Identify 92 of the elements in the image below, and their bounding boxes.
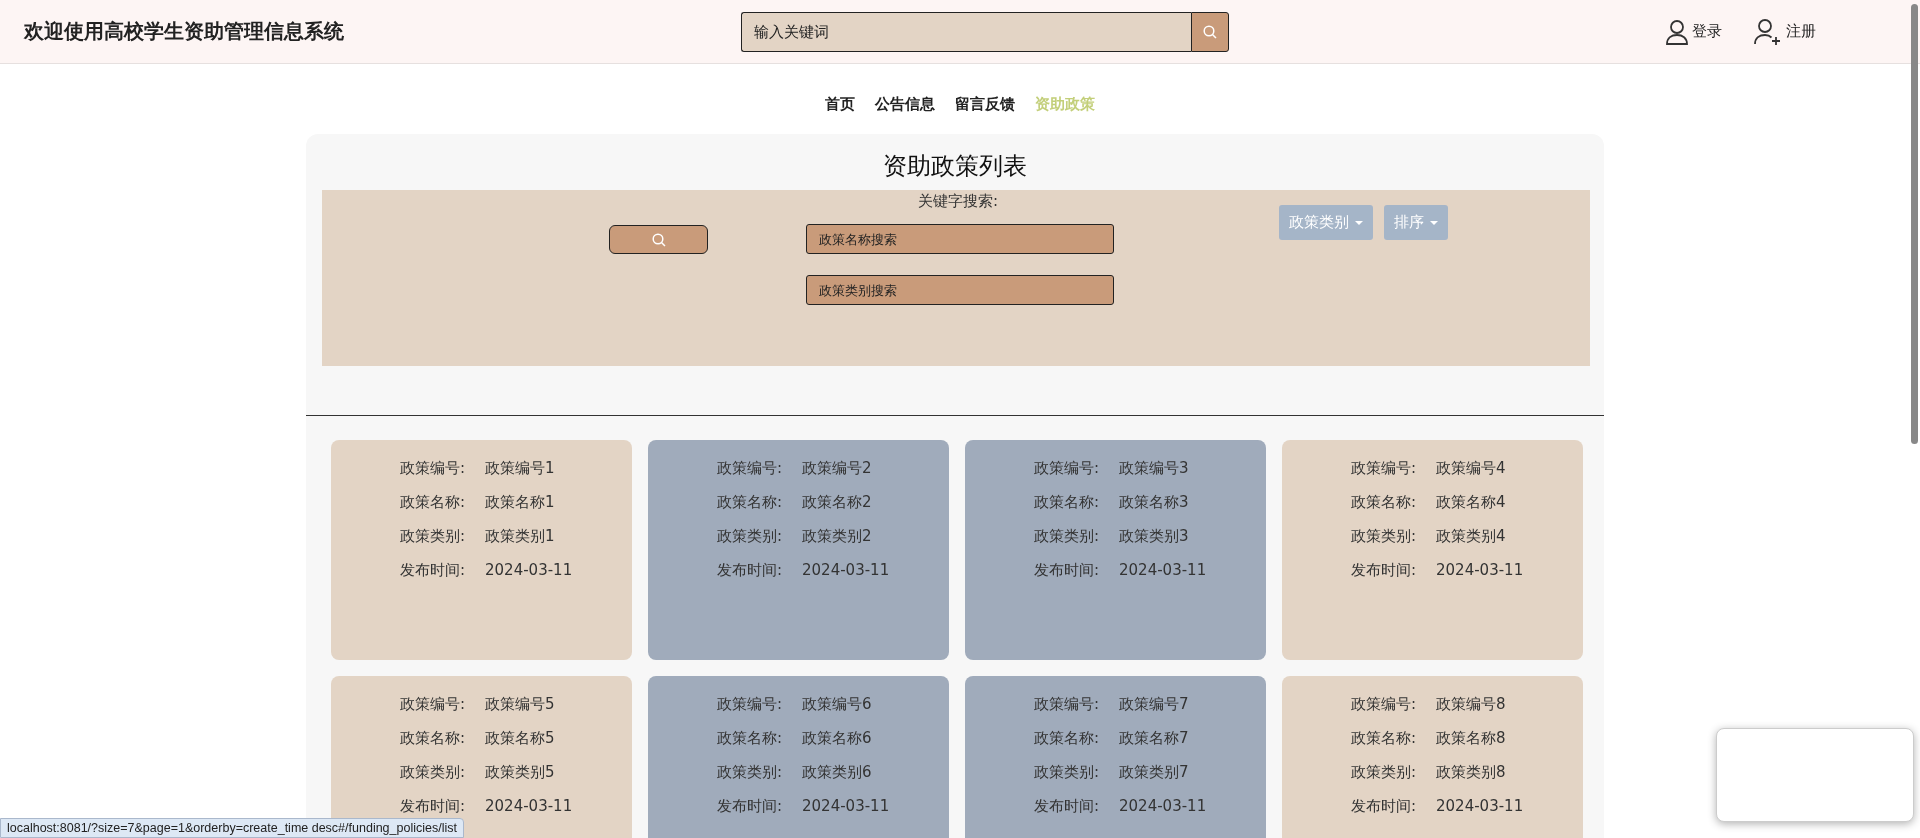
field-value: 2024-03-11 <box>802 796 891 817</box>
nav-tab[interactable]: 留言反馈 <box>955 94 1015 114</box>
field-value: 2024-03-11 <box>1436 796 1525 817</box>
login-link[interactable]: 登录 <box>1666 17 1722 46</box>
field-value: 政策编号6 <box>802 694 873 715</box>
field-label: 政策名称: <box>1351 492 1418 513</box>
field-value: 政策编号5 <box>485 694 556 715</box>
user-add-icon <box>1754 17 1782 46</box>
field-label: 政策名称: <box>400 492 467 513</box>
field-label: 政策编号: <box>1034 458 1101 479</box>
search-icon <box>1203 24 1217 39</box>
search-field[interactable]: 政策类别搜索 <box>806 275 1114 305</box>
caret-icon <box>1430 220 1438 225</box>
field-value: 政策名称1 <box>485 492 556 513</box>
field-label: 政策类别: <box>717 526 784 547</box>
search-field[interactable]: 政策名称搜索 <box>806 224 1114 254</box>
field-label: 政策编号: <box>717 694 784 715</box>
field-value: 政策名称3 <box>1119 492 1190 513</box>
field-value: 2024-03-11 <box>485 796 574 817</box>
field-value: 政策类别4 <box>1436 526 1507 547</box>
field-label: 政策编号: <box>1034 694 1101 715</box>
field-value: 政策名称4 <box>1436 492 1507 513</box>
policy-card[interactable]: 政策编号: 政策编号1 政策名称: 政策名称1 政策类别: 政策类别1 发布时间: 2024-03-11 <box>331 440 632 660</box>
field-value: 政策编号4 <box>1436 458 1507 479</box>
field-value: 2024-03-11 <box>1436 560 1525 581</box>
field-value: 政策编号2 <box>802 458 873 479</box>
field-value: 政策类别5 <box>485 762 556 783</box>
search-button[interactable] <box>609 225 708 254</box>
field-value: 2024-03-11 <box>485 560 574 581</box>
field-label: 发布时间: <box>1034 796 1101 817</box>
field-value: 政策类别6 <box>802 762 873 783</box>
field-label: 政策名称: <box>1034 492 1101 513</box>
field-label: 政策编号: <box>1351 694 1418 715</box>
field-value: 政策类别2 <box>802 526 873 547</box>
field-value: 政策编号3 <box>1119 458 1190 479</box>
field-label: 政策编号: <box>717 458 784 479</box>
nav-tab[interactable]: 公告信息 <box>875 94 935 114</box>
user-icon <box>1666 18 1688 45</box>
field-label: 政策名称: <box>1034 728 1101 749</box>
field-value: 政策类别3 <box>1119 526 1190 547</box>
site-title: 欢迎使用高校学生资助管理信息系统 <box>24 18 345 45</box>
field-label: 政策类别: <box>1351 762 1418 783</box>
nav-tab[interactable]: 首页 <box>825 94 855 114</box>
field-label: 发布时间: <box>1351 796 1418 817</box>
field-value: 政策名称6 <box>802 728 873 749</box>
search-icon <box>651 232 666 247</box>
policy-card[interactable]: 政策编号: 政策编号8 政策名称: 政策名称8 政策类别: 政策类别8 发布时间: 2024-03-11 <box>1282 676 1583 838</box>
field-value: 政策名称5 <box>485 728 556 749</box>
field-value: 政策编号7 <box>1119 694 1190 715</box>
field-label: 发布时间: <box>400 560 467 581</box>
status-url: localhost:8081/?size=7&page=1&orderby=create_time desc#/funding_policies/list <box>0 818 464 838</box>
field-label: 政策名称: <box>1351 728 1418 749</box>
field-value: 政策类别7 <box>1119 762 1190 783</box>
policy-card[interactable]: 政策编号: 政策编号3 政策名称: 政策名称3 政策类别: 政策类别3 发布时间: 2024-03-11 <box>965 440 1266 660</box>
field-label: 政策名称: <box>400 728 467 749</box>
field-label: 政策类别: <box>400 526 467 547</box>
field-value: 政策类别1 <box>485 526 556 547</box>
search-button[interactable] <box>1191 11 1229 52</box>
field-label: 政策类别: <box>1351 526 1418 547</box>
field-label: 政策编号: <box>1351 458 1418 479</box>
field-value: 政策编号1 <box>485 458 556 479</box>
panel-title: 资助政策列表 <box>882 152 1028 180</box>
field-label: 政策类别: <box>1034 526 1101 547</box>
policy-card[interactable]: 政策编号: 政策编号4 政策名称: 政策名称4 政策类别: 政策类别4 发布时间: 2024-03-11 <box>1282 440 1583 660</box>
field-label: 政策类别: <box>1034 762 1101 783</box>
field-label: 政策名称: <box>717 728 784 749</box>
field-value: 2024-03-11 <box>1119 560 1208 581</box>
register-link[interactable]: 注册 <box>1754 17 1816 46</box>
field-label: 发布时间: <box>400 796 467 817</box>
field-label: 发布时间: <box>1034 560 1101 581</box>
field-value: 2024-03-11 <box>802 560 891 581</box>
field-label: 政策编号: <box>400 694 467 715</box>
field-label: 政策编号: <box>400 458 467 479</box>
field-label: 发布时间: <box>717 796 784 817</box>
keyword-search-label: 关键字搜索: <box>918 192 999 211</box>
policy-card[interactable]: 政策编号: 政策编号2 政策名称: 政策名称2 政策类别: 政策类别2 发布时间: 2024-03-11 <box>648 440 949 660</box>
field-label: 发布时间: <box>1351 560 1418 581</box>
field-value: 政策名称7 <box>1119 728 1190 749</box>
scrollbar[interactable] <box>1911 4 1918 444</box>
field-label: 政策类别: <box>400 762 467 783</box>
field-value: 政策名称2 <box>802 492 873 513</box>
field-label: 政策名称: <box>717 492 784 513</box>
field-value: 政策编号8 <box>1436 694 1507 715</box>
field-value: 政策名称8 <box>1436 728 1507 749</box>
field-label: 政策类别: <box>717 762 784 783</box>
policy-card[interactable]: 政策编号: 政策编号7 政策名称: 政策名称7 政策类别: 政策类别7 发布时间: 2024-03-11 <box>965 676 1266 838</box>
search-field[interactable]: 输入关键词 <box>741 11 1191 52</box>
field-value: 2024-03-11 <box>1119 796 1208 817</box>
field-label: 发布时间: <box>717 560 784 581</box>
field-value: 政策类别8 <box>1436 762 1507 783</box>
policy-card[interactable]: 政策编号: 政策编号6 政策名称: 政策名称6 政策类别: 政策类别6 发布时间: 2024-03-11 <box>648 676 949 838</box>
caret-icon <box>1355 220 1363 225</box>
